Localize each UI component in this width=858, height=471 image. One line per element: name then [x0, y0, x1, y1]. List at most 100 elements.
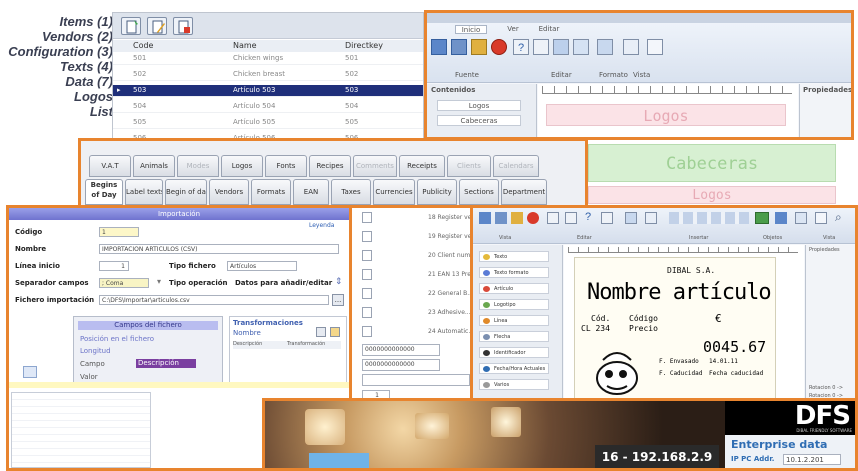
ribbon-tab-view[interactable]: Ver	[493, 25, 533, 34]
start-line-field[interactable]: 1	[99, 261, 129, 271]
empty-input[interactable]	[362, 374, 470, 386]
nav-item-headers[interactable]: Cabeceras	[437, 115, 521, 126]
table-row[interactable]: 504 Artículo 504 504	[113, 101, 423, 113]
menu-item-texts[interactable]: Texts (4)	[8, 59, 113, 74]
stop-icon[interactable]	[527, 212, 539, 224]
edit-transform-icon[interactable]	[330, 327, 340, 337]
tab-receipts[interactable]: Receipts	[399, 155, 445, 177]
field-separator-select[interactable]: ; Coma	[99, 278, 149, 288]
folder-icon[interactable]	[511, 212, 523, 224]
tab-begin-of-day[interactable]: Begin of day	[165, 179, 207, 205]
code-input-2[interactable]: 0000000000000	[362, 359, 440, 371]
object-button[interactable]: Varios	[479, 379, 549, 390]
option-checkbox[interactable]	[362, 326, 372, 337]
table-icon[interactable]	[23, 366, 37, 378]
help-icon[interactable]: ?	[513, 39, 529, 55]
tab-comments[interactable]: Comments	[353, 155, 397, 177]
label-canvas[interactable]: DIBAL S.A. Nombre artículo Cód. Código €…	[564, 245, 804, 402]
table-row[interactable]: 503 Artículo 503 503 ▸	[113, 85, 423, 97]
code-input-1[interactable]: 0000000000000	[362, 344, 440, 356]
spinner-icon[interactable]: ⇕	[335, 276, 343, 287]
browse-button[interactable]: …	[332, 294, 344, 306]
option-checkbox[interactable]	[362, 250, 372, 261]
menu-item-logos[interactable]: Logos	[8, 89, 113, 104]
align-icon[interactable]	[573, 39, 589, 55]
object-button[interactable]: Línea	[479, 315, 549, 326]
tab-calendars[interactable]: Calendars	[493, 155, 539, 177]
edit-record-button[interactable]	[147, 17, 167, 35]
label-preview[interactable]: DIBAL S.A. Nombre artículo Cód. Código €…	[574, 257, 776, 402]
tab-fonts[interactable]: Fonts	[265, 155, 307, 177]
ribbon-tab-edit[interactable]: Editar	[537, 25, 561, 34]
col-directkey[interactable]: Directkey	[345, 41, 383, 50]
menu-item-data[interactable]: Data (7)	[8, 74, 113, 89]
page-setup-icon[interactable]	[815, 212, 827, 224]
delete-record-button[interactable]	[173, 17, 193, 35]
operation-type-value[interactable]: Datos para añadir/editar	[235, 279, 332, 287]
table-row[interactable]: 501 Chicken wings 501	[113, 53, 423, 65]
name-field[interactable]: IMPORTACION ARTICULOS (CSV)	[99, 244, 339, 254]
copy-icon[interactable]	[495, 212, 507, 224]
barcode-icon[interactable]	[755, 212, 769, 224]
new-record-button[interactable]	[121, 17, 141, 35]
zoom-icon[interactable]: ⌕	[835, 210, 842, 225]
col-name[interactable]: Name	[233, 41, 257, 50]
tab-ean[interactable]: EAN	[293, 179, 329, 205]
undo-icon[interactable]	[601, 212, 613, 224]
ribbon-tab-home[interactable]: Inicio	[455, 25, 487, 34]
align-tools-icon[interactable]	[669, 212, 749, 224]
select-icon[interactable]	[645, 212, 657, 224]
bars-icon[interactable]	[553, 39, 569, 55]
code-field[interactable]: 1	[99, 227, 139, 237]
object-button[interactable]: Texto	[479, 251, 549, 262]
add-transform-icon[interactable]	[316, 327, 326, 337]
grid-icon[interactable]	[623, 39, 639, 55]
file-type-select[interactable]: Artículos	[227, 261, 297, 271]
legend-link[interactable]: Leyenda	[309, 222, 334, 229]
object-button[interactable]: Identificador	[479, 347, 549, 358]
tab-modes[interactable]: Modes	[177, 155, 219, 177]
object-button[interactable]: Texto formato	[479, 267, 549, 278]
tab-sections[interactable]: Sections	[459, 179, 499, 205]
object-button[interactable]: Artículo	[479, 283, 549, 294]
image-icon[interactable]	[625, 212, 637, 224]
table-row[interactable]: 505 Artículo 505 505	[113, 117, 423, 129]
tab-begins-of-day[interactable]: Begins of Day	[85, 179, 123, 205]
menu-item-items[interactable]: Items (1)	[8, 14, 113, 29]
tab-label-texts[interactable]: Label texts	[125, 179, 163, 205]
tab-department[interactable]: Department	[501, 179, 547, 205]
option-checkbox[interactable]	[362, 269, 372, 280]
tab-animals[interactable]: Animals	[133, 155, 175, 177]
option-checkbox[interactable]	[362, 307, 372, 318]
dropdown-arrow-icon[interactable]: ▾	[157, 277, 161, 286]
save-icon[interactable]	[431, 39, 447, 55]
copy-format-icon[interactable]	[547, 212, 559, 224]
stop-icon[interactable]	[491, 39, 507, 55]
page-icon[interactable]	[647, 39, 663, 55]
menu-item-list[interactable]: List	[8, 104, 113, 119]
page-icon[interactable]	[795, 212, 807, 224]
tab-clients[interactable]: Clients	[447, 155, 491, 177]
import-file-field[interactable]: C:\DFS\Importar\articulos.csv	[99, 295, 329, 305]
object-button[interactable]: Flecha	[479, 331, 549, 342]
paste-icon[interactable]	[565, 212, 577, 224]
save-icon[interactable]	[479, 212, 491, 224]
table-row[interactable]: 502 Chicken breast 502	[113, 69, 423, 81]
copy-icon[interactable]	[451, 39, 467, 55]
canvas-band-logos[interactable]: Logos	[546, 104, 786, 126]
menu-item-configuration[interactable]: Configuration (3)	[8, 44, 113, 59]
canvas-band-logos-2[interactable]: Logos	[588, 186, 836, 204]
option-checkbox[interactable]	[362, 212, 372, 223]
data-preview-list[interactable]	[11, 392, 151, 468]
option-checkbox[interactable]	[362, 231, 372, 242]
image-icon[interactable]	[597, 39, 613, 55]
dialog-field-select[interactable]: Descripción	[136, 359, 196, 368]
option-checkbox[interactable]	[362, 288, 372, 299]
tab-taxes[interactable]: Taxes	[331, 179, 371, 205]
menu-item-vendors[interactable]: Vendors (2)	[8, 29, 113, 44]
grid-icon[interactable]	[775, 212, 787, 224]
tab-vendors[interactable]: Vendors	[209, 179, 249, 205]
undo-icon[interactable]	[533, 39, 549, 55]
ip-address-field[interactable]: 10.1.2.201	[783, 454, 841, 465]
folder-icon[interactable]	[471, 39, 487, 55]
